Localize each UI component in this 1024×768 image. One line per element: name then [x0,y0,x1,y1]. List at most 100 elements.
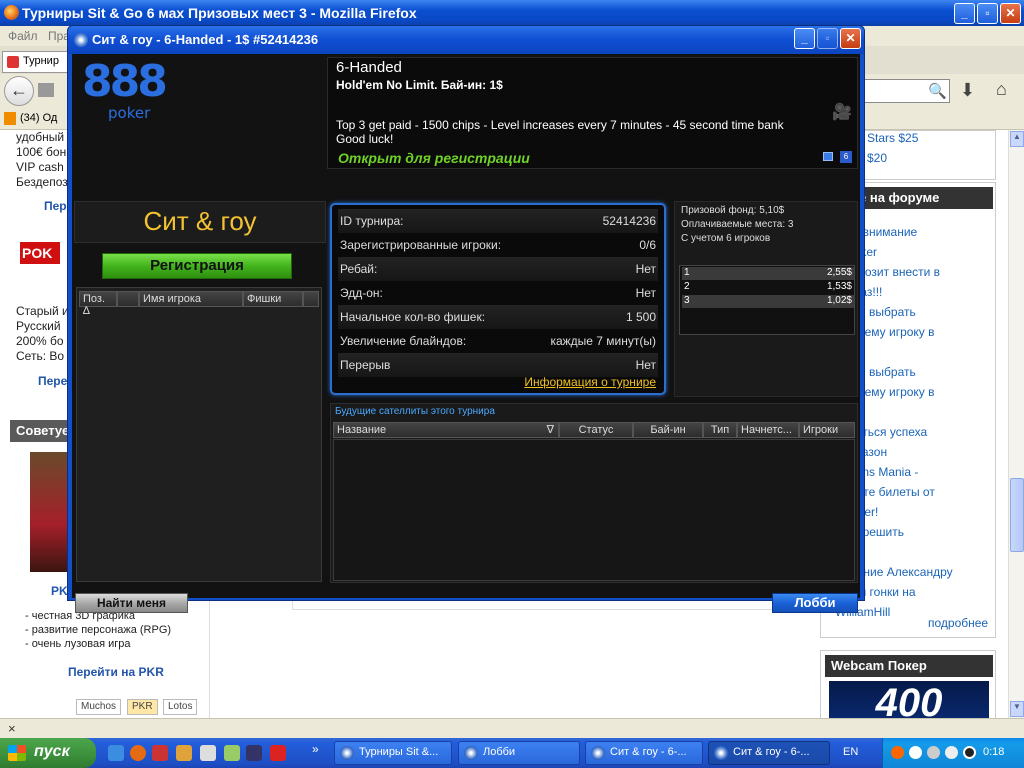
ie-icon[interactable] [108,745,124,761]
tab-lotos[interactable]: Lotos [163,699,198,715]
column-player-name[interactable]: Имя игрока [139,291,243,307]
info-row: ID турнира: 52414236 [338,209,658,233]
tournament-dialog: Сит & гоу - 6-Handed - 1$ #52414236 _ ▫ … [67,25,865,613]
column-type[interactable]: Тип [703,422,737,438]
satellites-header: Название ∇ Статус Бай-ин Тип Начнетс... … [333,422,855,438]
camera-icon[interactable]: 🎥 [832,102,852,126]
start-button[interactable]: пуск [0,738,96,768]
close-findbar-icon[interactable]: × [8,721,16,736]
webcam-banner[interactable]: 400 [829,681,989,718]
firefox-window-title: Турниры Sit & Go 6 мах Призовых мест 3 -… [22,5,417,21]
firefox-icon [4,5,19,20]
maximize-button: ▫ [817,28,838,49]
lobby-button[interactable]: Лобби [772,593,858,613]
tray-icon[interactable] [963,746,976,759]
tournament-info-link[interactable]: Информация о турнире [524,375,656,389]
network-icon[interactable] [927,746,940,759]
back-button[interactable]: ← [4,76,34,106]
seats-badge[interactable]: 6 [840,151,852,163]
clock: 0:18 [983,746,1005,758]
info-row: Эдд-он: Нет [340,286,656,300]
column-buyin[interactable]: Бай-ин [633,422,703,438]
tray-icon[interactable] [891,746,904,759]
chevron-icon[interactable]: » [312,742,322,758]
column-blank[interactable] [117,291,139,307]
minimize-button[interactable]: _ [794,28,815,49]
menu-file[interactable]: Файл [8,29,38,43]
volume-icon[interactable] [945,746,958,759]
taskbar-item[interactable]: Сит & гоу - 6-... [585,741,703,765]
close-button[interactable]: ✕ [1000,3,1021,24]
left-link[interactable]: Пере [38,374,67,388]
column-blank [303,291,319,307]
firefox-icon [340,746,354,760]
column-position[interactable]: Поз. ∆ [79,291,117,317]
poker-icon [464,746,478,760]
tournament-description: Top 3 get paid - 1500 chips - Level incr… [336,118,784,132]
tournament-header: 6-Handed Hold'em No Limit. Бай-ин: 1$ To… [327,57,858,169]
info-row: Перерыв Нет [338,353,658,377]
sort-icon[interactable]: ∇ [547,423,554,436]
close-button[interactable]: ✕ [840,28,861,49]
download-icon[interactable]: ⬇ [960,80,975,101]
column-players[interactable]: Игроки [799,422,855,438]
home-icon[interactable]: ⌂ [996,79,1007,100]
find-me-button[interactable]: Найти меня [75,593,188,613]
taskbar-item[interactable]: Турниры Sit &... [334,741,452,765]
satellites-title: Будущие сателлиты этого турнира [335,406,495,417]
prize-row: 3 1,02$ [682,295,854,308]
tab-muchos[interactable]: Muchos [76,699,122,715]
poker-icon[interactable] [246,745,262,761]
bookmark-item[interactable]: (34) Од [20,112,57,124]
firefox-icon[interactable] [130,745,146,761]
status-bar: × [0,718,1024,738]
info-row: Увеличение блайндов: каждые 7 минут(ы) [340,334,656,348]
poker-icon [591,746,605,760]
dialog-title-bar: Сит & гоу - 6-Handed - 1$ #52414236 _ ▫ … [68,26,864,54]
column-starts[interactable]: Начнетс... [737,422,799,438]
dialog-body: 888 poker 6-Handed Hold'em No Limit. Бай… [72,54,860,613]
tray-icon[interactable] [909,746,922,759]
left-text: Сеть: Во [16,349,65,363]
tab-pkr[interactable]: PKR [127,699,158,715]
info-row: Зарегистрированные игроки: 0/6 [340,238,656,252]
logo-area: 888 poker [72,54,326,199]
vertical-scrollbar[interactable]: ▲ ▼ [1008,130,1024,718]
table-view-icon[interactable] [823,152,833,161]
webcam-header: Webcam Покер [825,655,993,677]
prize-table: 1 2,55$ 2 1,53$ 3 1,02$ [679,265,855,335]
search-icon[interactable]: 🔍 [928,82,947,100]
history-icon[interactable] [38,83,54,97]
app-icon[interactable] [176,745,192,761]
promo-link[interactable]: Stars $25 [867,131,918,145]
column-name[interactable]: Название ∇ [333,422,559,438]
paid-places: Оплачиваемые места: 3 [681,219,794,230]
more-link[interactable]: подробнее [928,616,988,630]
register-button[interactable]: Регистрация [102,253,292,279]
scrollbar-thumb[interactable] [1010,478,1024,552]
column-status[interactable]: Статус [559,422,633,438]
promo-link[interactable]: $20 [867,151,887,165]
left-text: удобный [16,130,65,144]
tournament-info-panel: ID турнира: 52414236 Зарегистрированные и… [330,203,666,395]
info-row: Ребай: Нет [338,257,658,281]
column-chips[interactable]: Фишки [243,291,303,307]
go-to-pkr-link[interactable]: Перейти на PKR [68,665,164,679]
pkr-promo-image[interactable] [30,452,72,572]
app-icon[interactable] [152,745,168,761]
maximize-button[interactable]: ▫ [977,3,998,24]
game-type: Hold'em No Limit. Бай-ин: 1$ [336,78,503,92]
language-indicator[interactable]: EN [843,746,858,758]
minimize-button[interactable]: _ [954,3,975,24]
browser-tab[interactable]: Турнир [2,51,72,73]
feature-item: - развитие персонажа (RPG) [25,624,172,636]
left-link[interactable]: Пер [44,199,67,213]
app-icon[interactable] [224,745,240,761]
taskbar-item-active[interactable]: Сит & гоу - 6-... [708,741,830,765]
save-icon[interactable] [200,745,216,761]
poker-banner[interactable]: POK [20,242,60,264]
scroll-down-icon[interactable]: ▼ [1010,701,1024,717]
scroll-up-icon[interactable]: ▲ [1010,131,1024,147]
taskbar-item[interactable]: Лобби [458,741,580,765]
poker-icon[interactable] [270,745,286,761]
